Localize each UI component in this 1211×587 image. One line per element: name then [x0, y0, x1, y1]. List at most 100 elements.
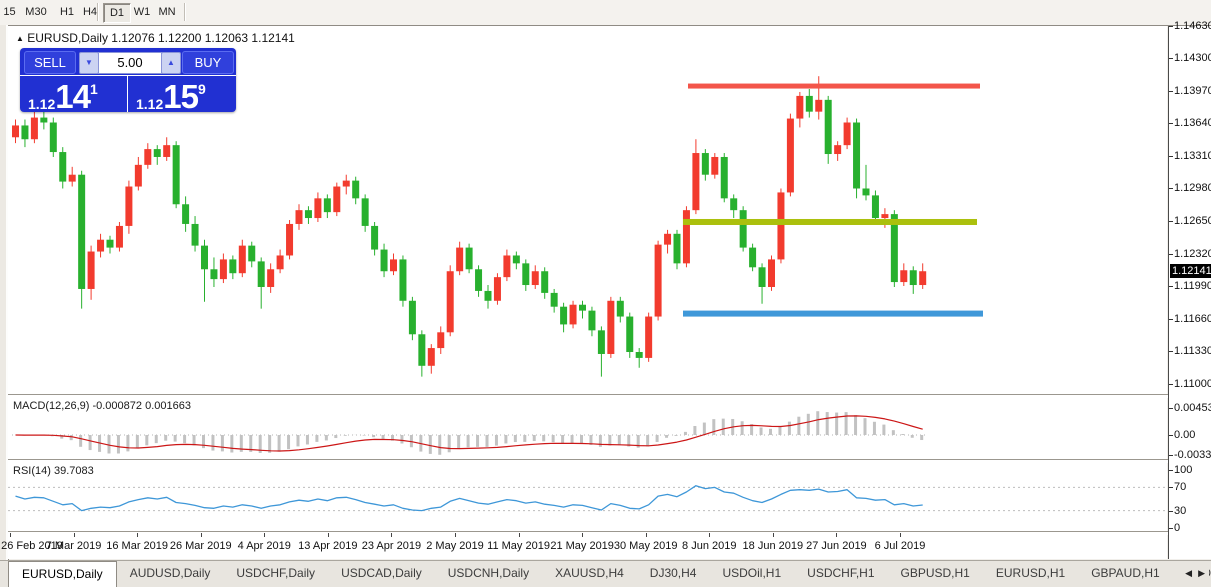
date-tick-label: 27 Jun 2019: [806, 540, 867, 552]
date-tick-mark: [836, 533, 837, 537]
timeframe-button-d1[interactable]: D1: [103, 3, 131, 23]
buy-price-big: 15: [163, 78, 198, 115]
macd-tick-mark: [1169, 455, 1173, 456]
date-tick-mark: [137, 533, 138, 537]
volume-decrease-button[interactable]: ▼: [79, 52, 99, 74]
macd-tick-mark: [1169, 408, 1173, 409]
chart-tab-bar: EURUSD,DailyAUDUSD,DailyUSDCHF,DailyUSDC…: [0, 560, 1211, 587]
date-tick-label: 23 Apr 2019: [362, 540, 421, 552]
current-price-badge: 1.12141: [1170, 264, 1211, 278]
price-tick-mark: [1169, 384, 1173, 385]
date-tick-label: 6 Jul 2019: [875, 540, 926, 552]
rsi-pane[interactable]: RSI(14) 39.7083: [8, 462, 1167, 531]
date-tick-mark: [900, 533, 901, 537]
price-tick-label: 1.11330: [1174, 345, 1211, 358]
timeframe-button-mn[interactable]: MN: [154, 3, 180, 21]
chart-tab-usdchf-h1[interactable]: USDCHF,H1: [794, 561, 887, 587]
chart-tab-dj30-h4[interactable]: DJ30,H4: [637, 561, 710, 587]
date-tick-label: 4 Apr 2019: [238, 540, 291, 552]
symbol-arrow-icon: ▲: [16, 34, 24, 43]
chart-tab-eurusd-h1[interactable]: EURUSD,H1: [983, 561, 1078, 587]
price-tick-label: 1.14300: [1174, 52, 1211, 65]
macd-tick-label: -0.003362: [1174, 449, 1211, 462]
chart-tab-usdcnh-daily[interactable]: USDCNH,Daily: [435, 561, 542, 587]
volume-input[interactable]: 5.00: [98, 52, 162, 74]
volume-increase-button[interactable]: ▲: [161, 52, 181, 74]
timeframe-toolbar: 15M30H1H4D1W1MN: [0, 0, 1211, 26]
macd-tick-mark: [1169, 435, 1173, 436]
buy-price[interactable]: 1.12159: [136, 78, 206, 110]
timeframe-button-15[interactable]: 15: [2, 3, 17, 21]
price-tick-label: 1.13310: [1174, 150, 1211, 163]
macd-pane[interactable]: MACD(12,26,9) -0.000872 0.001663: [8, 397, 1167, 459]
chart-ohlc-values: 1.12076 1.12200 1.12063 1.12141: [111, 31, 295, 45]
price-tick-mark: [1169, 26, 1173, 27]
rsi-tick-mark: [1169, 470, 1173, 471]
price-tick-label: 1.12980: [1174, 182, 1211, 195]
price-tick-mark: [1169, 156, 1173, 157]
price-tick-label: 1.13640: [1174, 117, 1211, 130]
chart-tab-usdchf-daily[interactable]: USDCHF,Daily: [223, 561, 328, 587]
price-axis[interactable]: 1.146301.143001.139701.136401.133101.129…: [1168, 26, 1211, 559]
trade-panel-divider: [20, 75, 236, 76]
one-click-trading-panel: SELL ▼ 5.00 ▲ BUY 1.12141 1.12159: [20, 48, 236, 112]
chart-tab-xauusd-h4[interactable]: XAUUSD,H4: [542, 561, 637, 587]
date-tick-mark: [201, 533, 202, 537]
price-tick-mark: [1169, 286, 1173, 287]
price-tick-mark: [1169, 188, 1173, 189]
rsi-tick-mark: [1169, 528, 1173, 529]
date-tick-label: 16 Mar 2019: [106, 540, 168, 552]
timeframe-button-m30[interactable]: M30: [21, 3, 51, 21]
sell-price-big: 14: [55, 78, 90, 115]
toolbar-separator: [97, 3, 99, 21]
buy-button[interactable]: BUY: [182, 51, 234, 74]
timeframe-button-w1[interactable]: W1: [129, 3, 155, 21]
price-tick-mark: [1169, 221, 1173, 222]
date-tick-label: 21 May 2019: [550, 540, 614, 552]
chart-tab-usdcad-daily[interactable]: USDCAD,Daily: [328, 561, 435, 587]
chart-tab-usdoil-h1[interactable]: USDOil,H1: [709, 561, 794, 587]
rsi-tick-label: 100: [1174, 464, 1192, 477]
price-tick-label: 1.11000: [1174, 378, 1211, 391]
rsi-tick-mark: [1169, 511, 1173, 512]
chart-tab-audusd-daily[interactable]: AUDUSD,Daily: [117, 561, 224, 587]
price-tick-label: 1.12320: [1174, 248, 1211, 261]
price-tick-label: 1.13970: [1174, 85, 1211, 98]
date-tick-mark: [391, 533, 392, 537]
price-tick-label: 1.11660: [1174, 313, 1211, 326]
rsi-tick-label: 70: [1174, 481, 1186, 494]
price-tick-label: 1.12650: [1174, 215, 1211, 228]
date-tick-label: 30 May 2019: [614, 540, 678, 552]
date-tick-mark: [519, 533, 520, 537]
chart-tab-gbpaud-h1[interactable]: GBPAUD,H1: [1078, 561, 1172, 587]
date-tick-label: 18 Jun 2019: [743, 540, 804, 552]
mt4-terminal: 15M30H1H4D1W1MN ▲ EURUSD,Daily 1.12076 1…: [0, 0, 1211, 587]
macd-tick-label: 0.004537: [1174, 402, 1211, 415]
date-tick-mark: [10, 533, 11, 537]
sell-price-sup: 1: [90, 81, 98, 97]
price-tick-mark: [1169, 319, 1173, 320]
date-tick-mark: [646, 533, 647, 537]
price-tick-mark: [1169, 123, 1173, 124]
price-tick-mark: [1169, 91, 1173, 92]
tab-scroll-right-icon[interactable]: ▶: [1198, 568, 1205, 579]
date-tick-mark: [264, 533, 265, 537]
chart-tab-eurusd-daily[interactable]: EURUSD,Daily: [8, 561, 117, 587]
sell-button[interactable]: SELL: [24, 51, 76, 74]
buy-price-sup: 9: [198, 81, 206, 97]
price-tick-label: 1.11990: [1174, 280, 1211, 293]
date-tick-mark: [74, 533, 75, 537]
date-axis: 26 Feb 20197 Mar 201916 Mar 201926 Mar 2…: [8, 533, 1167, 559]
toolbar-separator: [184, 3, 186, 21]
buy-price-base: 1.12: [136, 96, 163, 112]
price-chart-pane[interactable]: ▲ EURUSD,Daily 1.12076 1.12200 1.12063 1…: [8, 26, 1167, 394]
tab-scroll-left-icon[interactable]: ◀: [1185, 568, 1192, 579]
timeframe-button-h1[interactable]: H1: [56, 3, 78, 21]
trade-panel-divider: [127, 76, 128, 112]
tab-scroll-buttons: ◀▶: [1181, 561, 1209, 586]
sell-price[interactable]: 1.12141: [28, 78, 98, 110]
chart-tab-gbpusd-h1[interactable]: GBPUSD,H1: [888, 561, 983, 587]
macd-tick-label: 0.00: [1174, 429, 1195, 442]
rsi-chart[interactable]: [8, 462, 1167, 531]
date-tick-mark: [709, 533, 710, 537]
